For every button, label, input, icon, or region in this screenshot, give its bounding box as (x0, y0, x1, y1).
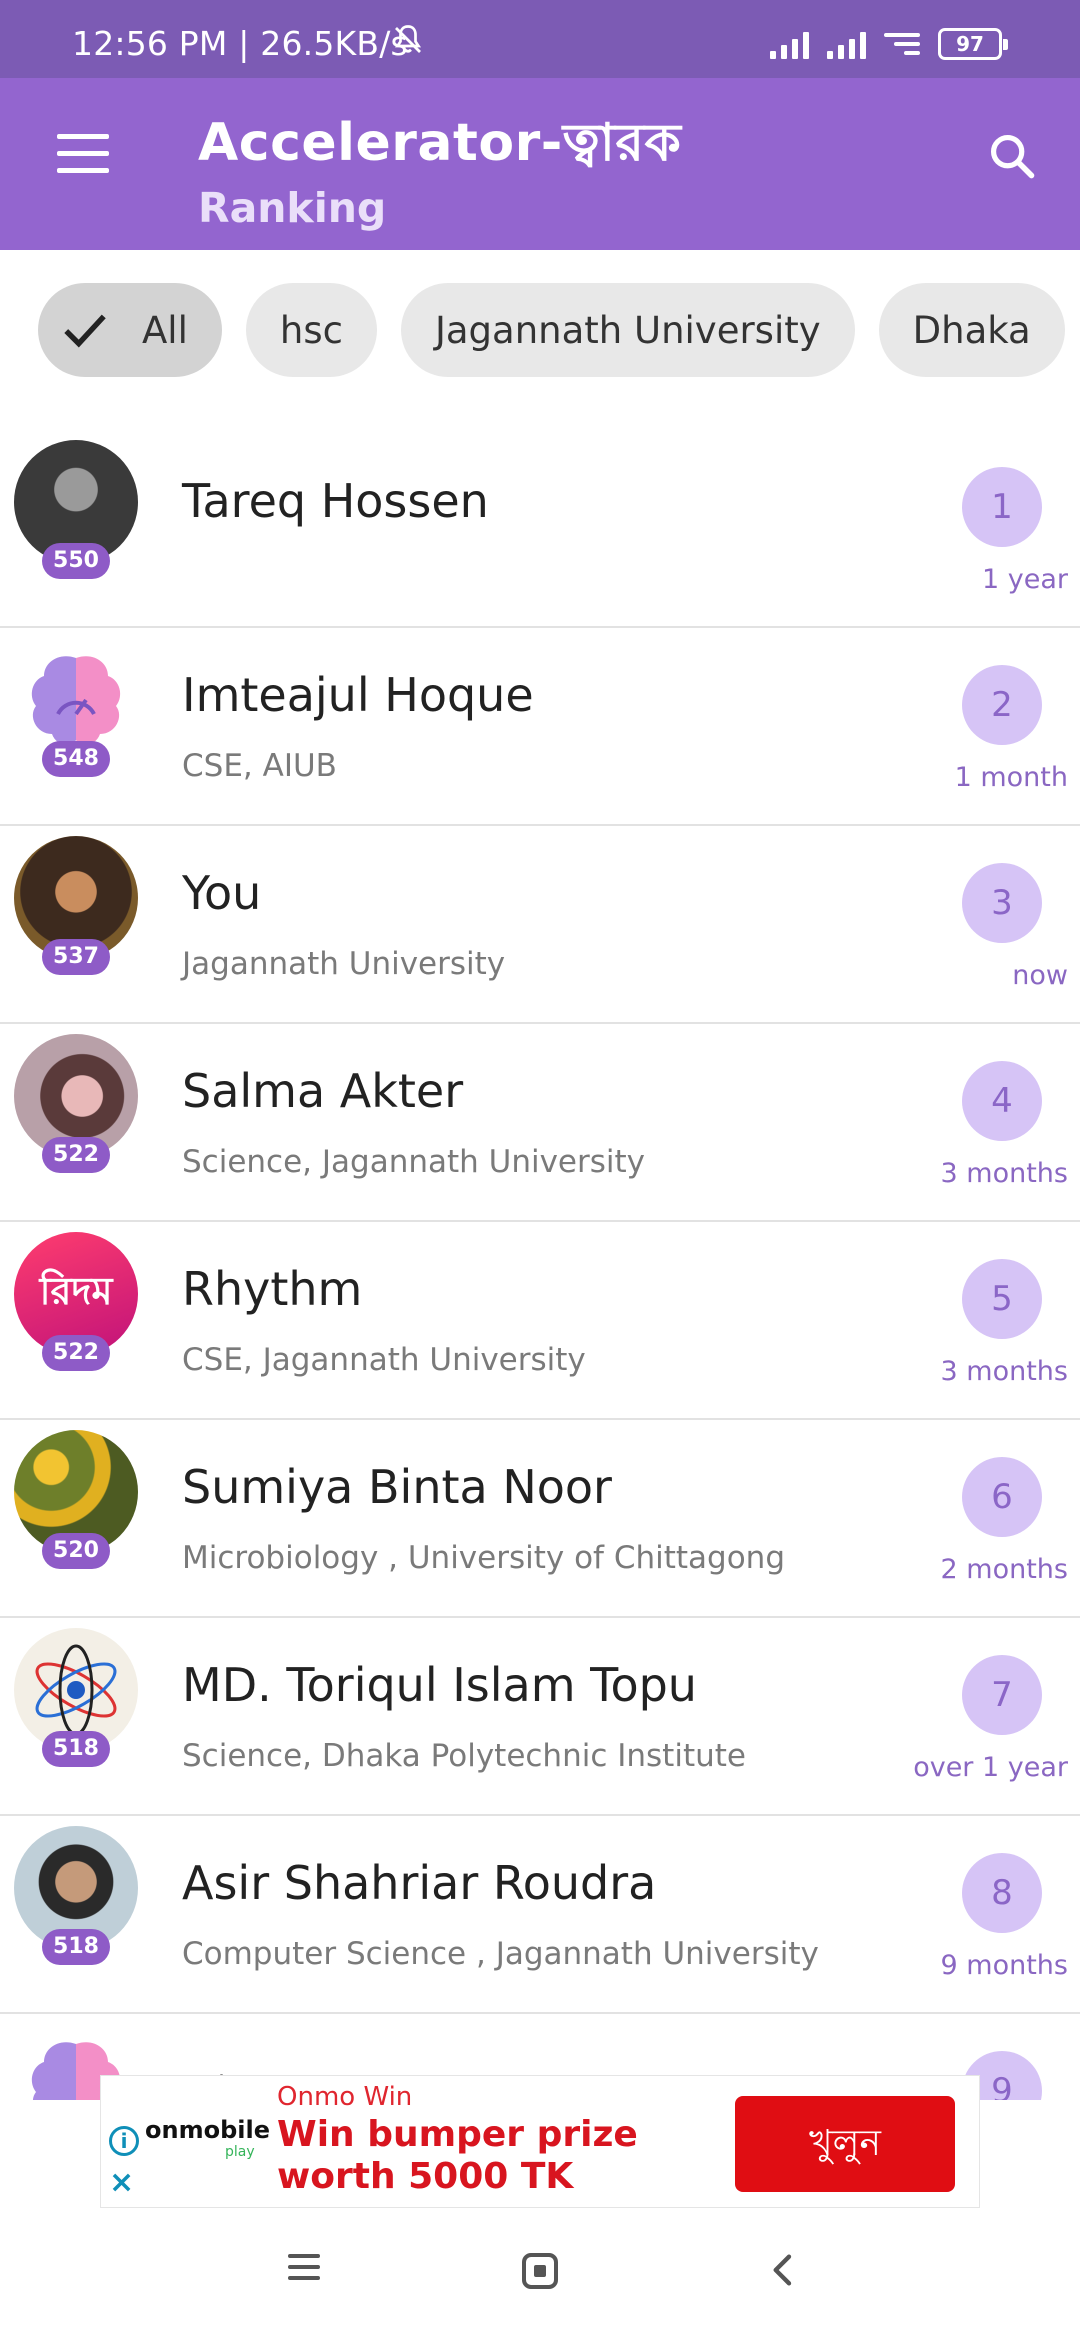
app-bar: Accelerator-ত্বারক Ranking (0, 78, 1080, 250)
user-name: Sumiya Binta Noor (182, 1460, 612, 1514)
rank-badge: 2 (962, 665, 1042, 745)
status-icons: 97 (770, 26, 1008, 62)
ad-banner[interactable]: i × onmobile play Onmo Win Win bumper pr… (100, 2075, 980, 2208)
ranking-row[interactable]: রিদম 522 Rhythm CSE, Jagannath Universit… (0, 1222, 1080, 1420)
signal-icon (770, 29, 809, 59)
user-affiliation: Science, Dhaka Polytechnic Institute (182, 1738, 746, 1774)
ad-brand-sub: play (225, 2144, 255, 2160)
ad-advertiser: Onmo Win (277, 2082, 413, 2112)
filter-chip-city[interactable]: Dhaka (878, 283, 1065, 377)
status-time-speed: 12:56 PM | 26.5KB/s (72, 24, 408, 63)
user-affiliation: CSE, Jagannath University (182, 1342, 586, 1378)
user-name: MD. Toriqul Islam Topu (182, 1658, 697, 1712)
page-subtitle: Ranking (198, 184, 387, 232)
ranking-row[interactable]: 518 MD. Toriqul Islam Topu Science, Dhak… (0, 1618, 1080, 1816)
user-affiliation: Microbiology , University of Chittagong (182, 1540, 786, 1576)
avatar-logo-text: রিদম (39, 1269, 113, 1313)
last-active-time: 9 months (940, 1950, 1068, 1981)
wifi-icon (884, 31, 920, 57)
score-badge: 550 (42, 543, 110, 579)
last-active-time: 2 months (940, 1554, 1068, 1585)
bell-off-icon (394, 25, 422, 53)
last-active-time: now (1012, 960, 1068, 991)
user-name: Imteajul Hoque (182, 668, 534, 722)
rank-badge: 4 (962, 1061, 1042, 1141)
ad-brand-logo: onmobile (145, 2116, 270, 2144)
recent-apps-icon[interactable] (288, 2254, 320, 2287)
ranking-row[interactable]: 522 Salma Akter Science, Jagannath Unive… (0, 1024, 1080, 1222)
filter-chip-label: All (142, 308, 188, 352)
ranking-row[interactable]: 518 Asir Shahriar Roudra Computer Scienc… (0, 1816, 1080, 2014)
last-active-time: over 1 year (913, 1752, 1068, 1783)
signal-icon-2 (827, 29, 866, 59)
rank-badge: 7 (962, 1655, 1042, 1735)
rank-badge: 5 (962, 1259, 1042, 1339)
ranking-row[interactable]: 537 You Jagannath University 3 now (0, 826, 1080, 1024)
score-badge: 518 (42, 1731, 110, 1767)
status-bar: 12:56 PM | 26.5KB/s 97 (0, 0, 1080, 78)
filter-chip-hsc[interactable]: hsc (245, 283, 377, 377)
ranking-row[interactable]: 520 Sumiya Binta Noor Microbiology , Uni… (0, 1420, 1080, 1618)
hamburger-menu-icon[interactable] (57, 134, 109, 174)
check-icon (64, 314, 106, 348)
filter-chip-label: Dhaka (912, 308, 1031, 352)
rank-badge: 3 (962, 863, 1042, 943)
user-name: Asir Shahriar Roudra (182, 1856, 657, 1910)
back-icon[interactable] (764, 2250, 804, 2290)
rank-badge: 8 (962, 1853, 1042, 1933)
user-affiliation: Computer Science , Jagannath University (182, 1936, 819, 1972)
score-badge: 522 (42, 1335, 110, 1371)
rank-badge: 1 (962, 467, 1042, 547)
app-title: Accelerator-ত্বারক (198, 113, 682, 173)
ranking-list: 550 Tareq Hossen 1 1 year 548 Imteajul H… (0, 430, 1080, 2100)
user-name: You (182, 866, 262, 920)
rank-badge: 6 (962, 1457, 1042, 1537)
user-name: Salma Akter (182, 1064, 464, 1118)
user-affiliation: CSE, AIUB (182, 748, 337, 784)
last-active-time: 3 months (940, 1158, 1068, 1189)
ranking-row[interactable]: 550 Tareq Hossen 1 1 year (0, 430, 1080, 628)
user-name: Tareq Hossen (182, 474, 489, 528)
ad-open-button[interactable]: খুলুন (735, 2096, 955, 2192)
score-badge: 522 (42, 1137, 110, 1173)
ranking-row[interactable]: 548 Imteajul Hoque CSE, AIUB 2 1 month (0, 628, 1080, 826)
system-nav-bar (0, 2208, 1080, 2340)
filter-chip-label: hsc (279, 308, 343, 352)
ad-headline: Win bumper prize worth 5000 TK (277, 2114, 638, 2197)
filter-chip-all[interactable]: All (38, 283, 222, 377)
filter-chip-label: Jagannath University (434, 308, 821, 352)
search-icon[interactable] (986, 130, 1038, 182)
ad-close-icon[interactable]: × (109, 2168, 134, 2198)
ad-info-icon[interactable]: i (109, 2126, 139, 2156)
user-affiliation: Science, Jagannath University (182, 1144, 646, 1180)
filter-chip-group: All hsc Jagannath University Dhaka (38, 283, 1065, 377)
user-name: Rhythm (182, 1262, 363, 1316)
score-badge: 537 (42, 939, 110, 975)
last-active-time: 3 months (940, 1356, 1068, 1387)
last-active-time: 1 month (954, 762, 1068, 793)
score-badge: 548 (42, 741, 110, 777)
user-affiliation: Jagannath University (182, 946, 506, 982)
score-badge: 518 (42, 1929, 110, 1965)
score-badge: 520 (42, 1533, 110, 1569)
home-icon[interactable] (522, 2253, 558, 2289)
filter-chip-university[interactable]: Jagannath University (400, 283, 855, 377)
last-active-time: 1 year (982, 564, 1068, 595)
battery-icon: 97 (938, 28, 1008, 60)
